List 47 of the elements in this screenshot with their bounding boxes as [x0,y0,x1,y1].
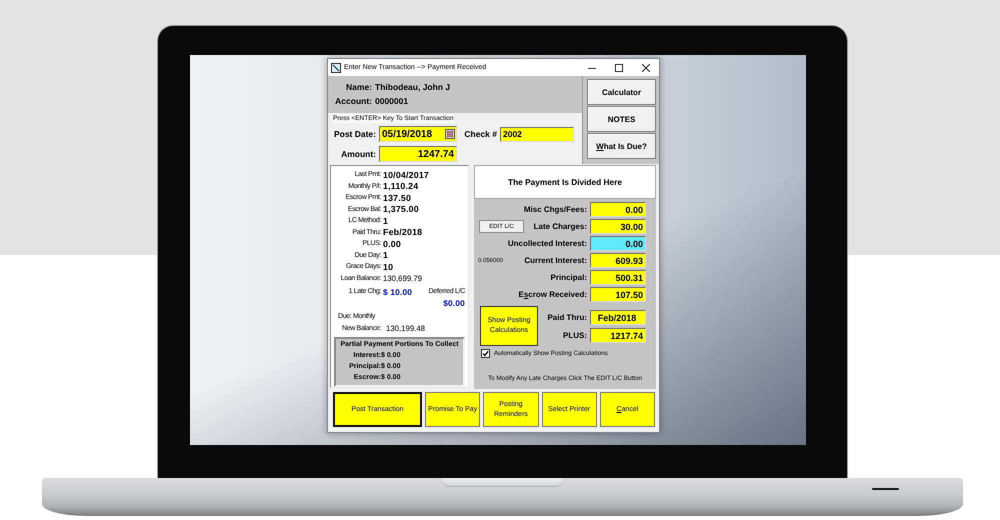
charge-label: Escrow Received: [518,290,587,299]
amount-field[interactable]: 609.93 [590,253,646,268]
app-icon [331,62,341,72]
amount-field[interactable]: 500.31 [590,270,646,285]
post-date-label: Post Date: [333,129,376,139]
info-value: 1,110.24 [383,181,418,192]
checkbox[interactable] [481,348,490,358]
command-button[interactable]: What Is Due? [587,133,656,159]
calendar-icon[interactable] [445,129,455,139]
posting-label: PLUS: [563,331,587,340]
account-value: 0000001 [375,96,408,106]
charge-label: Current Interest: [524,256,587,265]
amount-label: Amount: [340,149,376,159]
info-value: Feb/2018 [383,227,422,238]
charge-label: Principal: [550,273,587,282]
info-value: 10/04/2017 [383,170,430,180]
command-button[interactable]: NOTES [587,106,656,132]
info-value: 1,375.00 [383,204,419,214]
late-charge-value: $ 10.00 [383,286,412,297]
check-number-field[interactable]: 2002 [500,126,574,142]
charge-label: Misc Chgs/Fees: [524,205,587,214]
charge-label: Uncollected Interest: [508,239,587,248]
post-date-field[interactable]: 05/19/2018 [379,126,457,142]
amount-field[interactable]: 0.00 [590,236,646,251]
name-label: Name: [345,82,372,92]
amount-field[interactable]: 30.00 [590,219,646,234]
command-button[interactable]: Calculator [587,79,656,105]
amount-field[interactable]: 1247.74 [379,146,457,162]
info-value: 10 [383,262,394,272]
amount-field[interactable]: 0.00 [590,202,646,217]
amount-field[interactable]: 107.50 [590,287,646,302]
posting-field[interactable]: 1217.74 [590,328,646,343]
posting-field[interactable]: Feb/2018 [590,310,646,325]
charge-label: Late Charges: [534,222,587,231]
info-value: 1 [383,250,388,260]
check-number-label: Check # [463,129,497,139]
indicator-light [872,488,899,490]
name-value: Thibodeau, John J [375,82,450,92]
deferred-value: $0.00 [443,298,465,308]
account-label: Account: [334,96,372,106]
info-value: 137.50 [383,192,412,203]
distribution-heading: The Payment Is Divided Here [474,165,656,199]
posting-label: Paid Thru: [547,313,587,322]
maximize-icon [614,64,622,72]
info-value: 1 [383,216,388,226]
info-value: 0.00 [383,238,401,249]
close-icon [642,64,650,72]
